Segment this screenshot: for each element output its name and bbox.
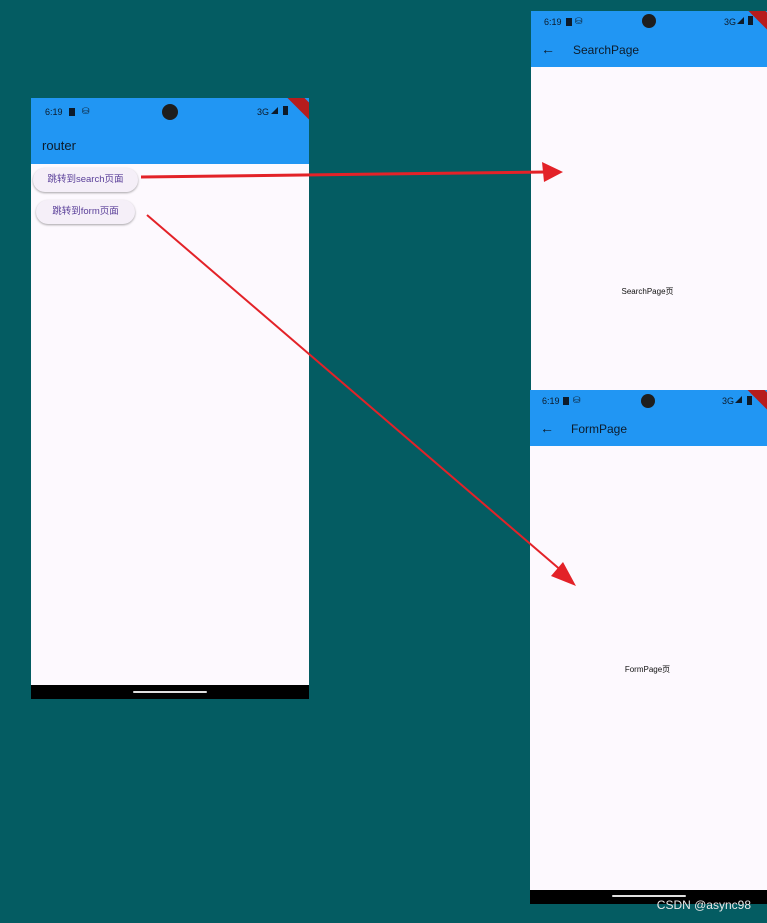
watermark: CSDN @async98 [656, 898, 751, 912]
arrow-to-form [146, 214, 564, 573]
arrow-to-search [140, 170, 546, 179]
annotation-arrows [140, 162, 576, 586]
arrow-to-search-head [542, 162, 563, 182]
